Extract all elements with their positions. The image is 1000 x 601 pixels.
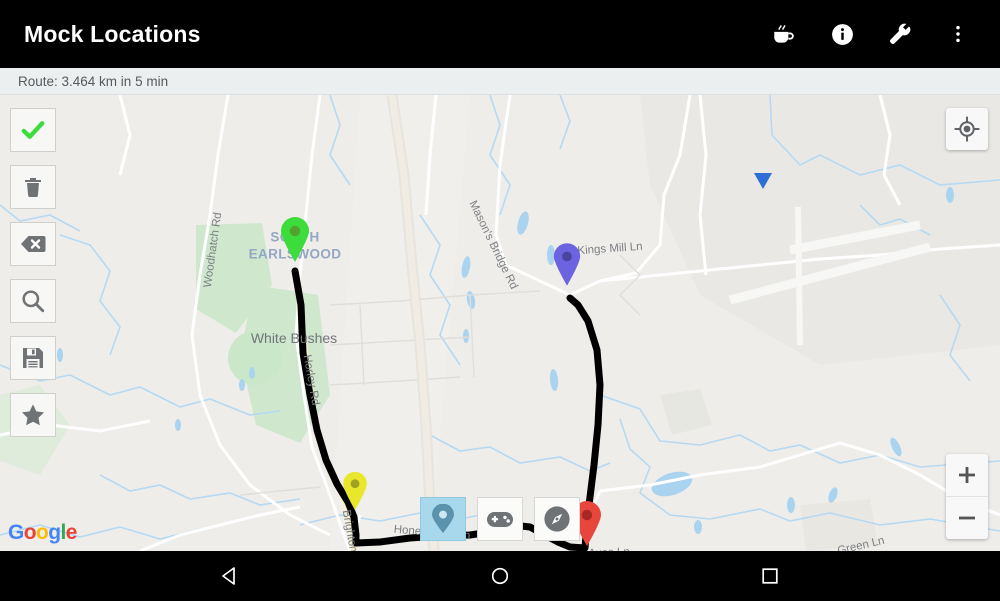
wrench-icon[interactable] — [880, 14, 920, 54]
back-triangle-icon — [222, 567, 235, 585]
zoom-controls — [946, 454, 988, 539]
marker-end-purple[interactable] — [551, 242, 583, 291]
info-icon[interactable] — [822, 14, 862, 54]
crosshair-icon — [954, 116, 980, 142]
confirm-check-button[interactable] — [10, 108, 56, 152]
zoom-in-button[interactable] — [946, 454, 988, 496]
nav-recents-button[interactable] — [710, 551, 830, 601]
backspace-icon — [20, 233, 46, 255]
map-pin-icon — [430, 504, 456, 534]
marker-start-green[interactable] — [278, 216, 312, 267]
recents-square-icon — [762, 568, 778, 584]
nav-back-button[interactable] — [170, 551, 290, 601]
heading-arrow-marker — [753, 172, 773, 195]
star-icon — [20, 402, 46, 428]
clear-button[interactable] — [10, 222, 56, 266]
mode-compass-button[interactable] — [534, 497, 580, 541]
android-nav-bar — [0, 551, 1000, 601]
app-bar-actions — [764, 14, 978, 54]
route-info-bar: Route: 3.464 km in 5 min — [0, 68, 1000, 95]
search-icon — [20, 288, 46, 314]
my-location-button[interactable] — [946, 108, 988, 150]
compass-icon — [543, 505, 571, 533]
left-toolbar — [10, 108, 56, 437]
mode-location-button[interactable] — [420, 497, 466, 541]
home-circle-icon — [491, 567, 509, 585]
google-logo: Google — [8, 521, 77, 544]
app-root: Mock Locations Route: 3.464 km in 5 min … — [0, 0, 1000, 601]
search-button[interactable] — [10, 279, 56, 323]
overflow-icon[interactable] — [938, 14, 978, 54]
save-button[interactable] — [10, 336, 56, 380]
gamepad-icon — [486, 508, 514, 530]
map-base-artwork — [0, 95, 1000, 551]
plus-icon — [959, 467, 975, 483]
map-canvas[interactable]: Woodhatch RdSOUTHEARLSWOODWhite BushesHo… — [0, 95, 1000, 551]
check-icon — [20, 117, 46, 143]
favorite-button[interactable] — [10, 393, 56, 437]
app-title: Mock Locations — [24, 20, 201, 47]
zoom-out-button[interactable] — [946, 497, 988, 539]
trash-icon — [21, 175, 45, 199]
delete-button[interactable] — [10, 165, 56, 209]
minus-icon — [959, 516, 975, 520]
save-icon — [21, 346, 45, 370]
mode-joystick-button[interactable] — [477, 497, 523, 541]
marker-waypoint-yellow[interactable] — [341, 471, 370, 515]
coffee-icon[interactable] — [764, 14, 804, 54]
app-bar: Mock Locations — [0, 0, 1000, 68]
mode-button-bar — [420, 497, 580, 541]
nav-home-button[interactable] — [440, 551, 560, 601]
route-summary-text: Route: 3.464 km in 5 min — [18, 73, 169, 89]
